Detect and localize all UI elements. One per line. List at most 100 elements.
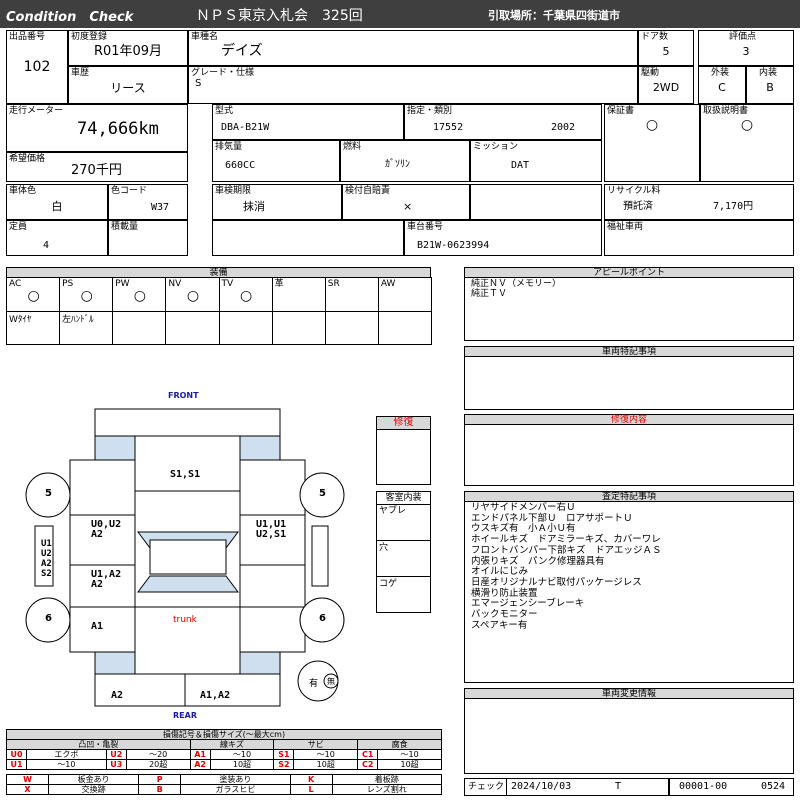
interior-row-tear: ヤブレ bbox=[379, 506, 407, 516]
code-box: 色コード W37 bbox=[108, 184, 188, 220]
code-label: 色コード bbox=[111, 186, 148, 196]
inspection-line: ウスキズ有 小Ａ小Ｕ有 bbox=[471, 523, 576, 535]
inspection-line: フロントバンパー下部キズ ドアエッジＡＳ bbox=[471, 544, 662, 556]
appeal-box: 純正ＮＶ（メモリー） 純正ＴＶ bbox=[464, 277, 794, 341]
legend-group: 凸凹・亀裂 bbox=[6, 739, 191, 750]
body-color: 白 bbox=[51, 200, 63, 213]
history-box: 車歴 リース bbox=[68, 66, 188, 104]
history-label: 車歴 bbox=[71, 68, 90, 78]
reg-label: 初度登録 bbox=[71, 32, 108, 42]
rear-window bbox=[137, 575, 239, 593]
mirror-damage: A2 bbox=[41, 559, 52, 569]
mission-box: ミッション DAT bbox=[470, 140, 602, 182]
mirror-damage: S2 bbox=[41, 569, 52, 579]
right-front-door-damage: U2,S1 bbox=[256, 529, 287, 540]
category-number: 2002 bbox=[551, 122, 576, 133]
legend-meaning: 板金あり bbox=[47, 774, 140, 785]
manual-box: 取扱説明書 ○ bbox=[700, 104, 794, 182]
cap-label: 定員 bbox=[9, 222, 28, 232]
right-front-fender bbox=[239, 459, 306, 516]
equipment-cell bbox=[377, 311, 432, 345]
grade-label: グレード・仕様 bbox=[191, 68, 255, 78]
legend-code: S1 bbox=[273, 749, 295, 760]
equipment-cell: AC ○ bbox=[6, 277, 61, 312]
door-count: 5 bbox=[662, 45, 670, 58]
blank-box-b bbox=[212, 220, 404, 256]
left-rear-door-damage: A2 bbox=[91, 579, 104, 590]
legend: 損傷記号＆損傷サイズ(～最大cm) 凸凹・亀裂 線キズ サビ 腐食 U0 エクボ U2 ～20 A… bbox=[6, 729, 443, 795]
legend-code: B bbox=[138, 784, 182, 795]
equipment-grid: AC ○ PS ○ PW ○ NV ○ TV ○ 革 SR AW Wﾀｲﾔ 左ﾊﾝﾄﾞﾙ bbox=[6, 277, 432, 345]
legend-code: A2 bbox=[189, 759, 211, 770]
insure-label: 検付自賠責 bbox=[345, 186, 391, 196]
wheel-rear-left-label: 6 bbox=[45, 613, 52, 624]
equipment-mark: ○ bbox=[80, 288, 93, 304]
legend-meaning: 着板跡 bbox=[331, 774, 443, 785]
legend-size: エクボ bbox=[26, 749, 107, 760]
odo-label: 走行メーター bbox=[9, 106, 64, 116]
equipment-mark: ○ bbox=[239, 288, 253, 304]
drive-type: 2WD bbox=[652, 81, 680, 94]
cap-box: 定員 4 bbox=[6, 220, 108, 256]
equipment-cell bbox=[324, 311, 379, 345]
pickup-location: 引取場所：千葉県四街道市 bbox=[488, 9, 620, 22]
score-label: 評価点 bbox=[729, 32, 757, 42]
color-code: W37 bbox=[151, 202, 170, 213]
drive-label: 駆動 bbox=[641, 68, 660, 78]
equipment-cell bbox=[271, 311, 326, 345]
interior-row-burn: コゲ bbox=[379, 579, 398, 589]
serial-number: 00001-00 bbox=[679, 781, 728, 792]
appeal-line: 純正ＮＶ（メモリー） bbox=[471, 279, 562, 289]
equipment-cell: Wﾀｲﾔ bbox=[6, 311, 61, 345]
ext-box: 外装 C bbox=[698, 66, 746, 104]
interior-title: 客室内装 bbox=[385, 493, 422, 503]
equipment-label: SR bbox=[327, 279, 340, 289]
grade-box: グレード・仕様 S bbox=[188, 66, 638, 104]
legend-code: L bbox=[289, 784, 333, 795]
legend-meaning: 塗装あり bbox=[180, 774, 291, 785]
check-date: 2024/10/03 bbox=[511, 781, 572, 792]
chassis-box: 車台番号 B21W-0623994 bbox=[404, 220, 602, 256]
legend-size: 20超 bbox=[125, 759, 191, 770]
equipment-cell: SR bbox=[324, 277, 379, 312]
cat-box: 指定・類別 17552 2002 bbox=[404, 104, 602, 140]
legend-code: W bbox=[6, 774, 49, 785]
price-box: 希望価格 270千円 bbox=[6, 152, 188, 182]
model-box: 型式 DBA-B21W bbox=[212, 104, 404, 140]
ext-label: 外装 bbox=[711, 68, 730, 78]
model-code: DBA-B21W bbox=[221, 122, 270, 133]
hood-panel bbox=[134, 435, 241, 492]
recycle-box: リサイクル料 預託済 7,170円 bbox=[604, 184, 794, 220]
legend-size: ～10 bbox=[377, 749, 442, 760]
equipment-label: 左ﾊﾝﾄﾞﾙ bbox=[62, 315, 94, 325]
equipment-cell: AW bbox=[377, 277, 432, 312]
legend-code: U1 bbox=[6, 759, 27, 770]
capacity: 4 bbox=[43, 240, 50, 251]
transmission: DAT bbox=[511, 160, 530, 171]
equipment-cell: TV ○ bbox=[218, 277, 273, 312]
equipment-label: TV bbox=[221, 279, 234, 289]
inspect-label: 車検期限 bbox=[215, 186, 252, 196]
inspection-expiry: 抹消 bbox=[243, 200, 265, 213]
equipment-label: PW bbox=[115, 279, 130, 289]
legend-size: ～10 bbox=[26, 759, 107, 770]
trunk-label: trunk bbox=[173, 615, 197, 625]
front-bumper bbox=[94, 408, 281, 437]
rear-bumper-left bbox=[94, 673, 186, 707]
equipment-label: NV bbox=[168, 279, 182, 289]
checker-code: T bbox=[615, 781, 622, 792]
repair-header: 修復 bbox=[376, 416, 431, 430]
rear-label: REAR bbox=[173, 711, 197, 720]
disp-label: 排気量 bbox=[215, 142, 243, 152]
legend-size: 10超 bbox=[293, 759, 359, 770]
doors-label: ドア数 bbox=[641, 32, 669, 42]
spare-tire-label: 有 bbox=[309, 679, 319, 689]
exterior-grade: C bbox=[718, 81, 726, 94]
equipment-cell bbox=[165, 311, 220, 345]
repair-content-box bbox=[464, 424, 794, 486]
legend-meaning: レンズ割れ bbox=[331, 784, 443, 795]
recycle-amount: 7,170円 bbox=[713, 201, 754, 212]
fuel-type: ｶﾞｿﾘﾝ bbox=[385, 159, 410, 170]
inspection-line: リヤサイドメンバー右Ｕ bbox=[471, 502, 576, 513]
doors-box: ドア数 5 bbox=[638, 30, 694, 66]
